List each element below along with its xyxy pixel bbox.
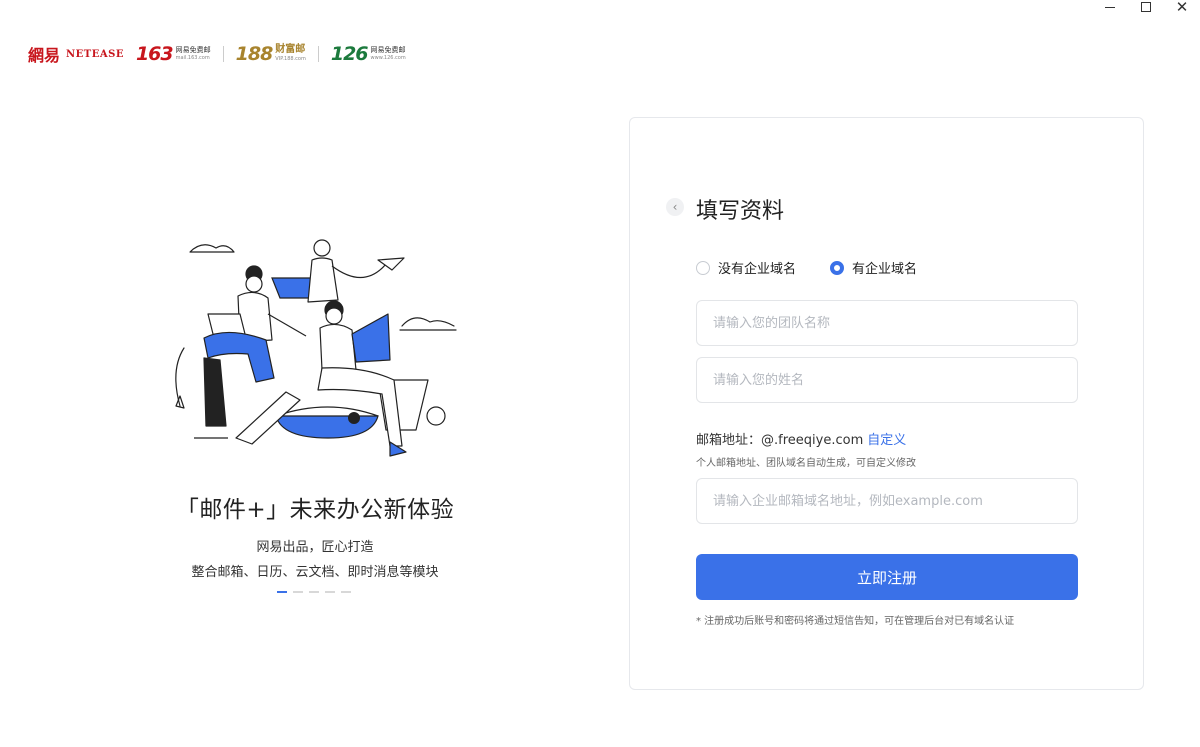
form-title: 填写资料 bbox=[696, 199, 785, 224]
logo-126-sub: 网易免费邮 bbox=[370, 46, 406, 54]
brand-divider bbox=[222, 46, 224, 62]
domain-field bbox=[696, 478, 1078, 524]
full-name-field bbox=[696, 357, 1078, 403]
email-label: 邮箱地址： bbox=[696, 433, 762, 448]
window-controls: ✕ bbox=[1092, 0, 1200, 16]
back-button[interactable]: ‹ bbox=[666, 198, 684, 216]
domain-option-group: 没有企业域名 有企业域名 bbox=[696, 258, 951, 277]
team-name-field bbox=[696, 300, 1078, 346]
carousel-dot-2[interactable] bbox=[293, 591, 303, 593]
chevron-left-icon: ‹ bbox=[672, 200, 678, 214]
carousel-dot-1[interactable] bbox=[277, 591, 287, 593]
logo-126: 126 网易免费邮 www.126.com bbox=[331, 43, 406, 65]
netease-logo-cn: 網易 bbox=[28, 46, 61, 65]
radio-no-domain[interactable]: 没有企业域名 bbox=[696, 258, 796, 277]
logo-126-url: www.126.com bbox=[370, 55, 406, 61]
carousel-dot-4[interactable] bbox=[325, 591, 335, 593]
carousel-indicator bbox=[277, 591, 357, 593]
logo-126-number: 126 bbox=[330, 43, 369, 65]
maximize-button[interactable] bbox=[1128, 0, 1164, 14]
minimize-button[interactable] bbox=[1092, 0, 1128, 14]
radio-circle-checked bbox=[830, 260, 845, 275]
brand-bar: 網易 NetEase 163 网易免费邮 mail.163.com 188 财富… bbox=[28, 42, 418, 66]
radio-has-domain-label: 有企业域名 bbox=[852, 262, 918, 277]
registration-notice: * 注册成功后账号和密码将通过短信告知，可在管理后台对已有域名认证 bbox=[696, 616, 1015, 627]
carousel-dot-5[interactable] bbox=[341, 591, 351, 593]
logo-163: 163 网易免费邮 mail.163.com bbox=[136, 43, 211, 65]
netease-logo: 網易 NetEase bbox=[28, 42, 124, 66]
email-hint: 个人邮箱地址、团队域名自动生成，可自定义修改 bbox=[696, 458, 916, 469]
netease-logo-en: NetEase bbox=[66, 48, 124, 60]
logo-163-number: 163 bbox=[135, 43, 174, 65]
promo-title: 「邮件+」未来办公新体验 bbox=[175, 497, 455, 523]
email-address-line: 邮箱地址：@.freeqiye.com 自定义 bbox=[696, 429, 906, 448]
maximize-icon bbox=[1141, 2, 1151, 12]
signup-form-card: ‹ 填写资料 没有企业域名 有企业域名 邮箱地址：@.freeqiye.com自… bbox=[629, 117, 1144, 690]
logo-163-url: mail.163.com bbox=[175, 55, 210, 61]
close-button[interactable]: ✕ bbox=[1164, 0, 1200, 16]
logo-163-sub: 网易免费邮 bbox=[175, 46, 211, 54]
register-button[interactable]: 立即注册 bbox=[696, 554, 1078, 600]
logo-188-number: 188 bbox=[235, 43, 274, 65]
close-icon: ✕ bbox=[1175, 0, 1189, 16]
office-illustration bbox=[175, 239, 457, 457]
team-name-input[interactable] bbox=[697, 301, 1077, 345]
radio-has-domain[interactable]: 有企业域名 bbox=[830, 258, 917, 277]
radio-no-domain-label: 没有企业域名 bbox=[718, 262, 797, 277]
logo-188-sub: 财富邮 bbox=[275, 44, 306, 55]
logo-188: 188 财富邮 VIP.188.com bbox=[236, 43, 306, 65]
promo-subtitle-1: 网易出品，匠心打造 bbox=[256, 540, 374, 555]
carousel-dot-3[interactable] bbox=[309, 591, 319, 593]
customize-email-link[interactable]: 自定义 bbox=[867, 433, 906, 448]
brand-divider bbox=[317, 46, 319, 62]
promo-subtitle-2: 整合邮箱、日历、云文档、即时消息等模块 bbox=[191, 565, 439, 580]
radio-circle-unchecked bbox=[696, 260, 710, 275]
domain-input[interactable] bbox=[697, 479, 1077, 523]
minimize-icon bbox=[1105, 6, 1115, 8]
full-name-input[interactable] bbox=[697, 358, 1077, 402]
logo-188-url: VIP.188.com bbox=[275, 56, 306, 62]
email-domain: @.freeqiye.com bbox=[761, 433, 864, 448]
